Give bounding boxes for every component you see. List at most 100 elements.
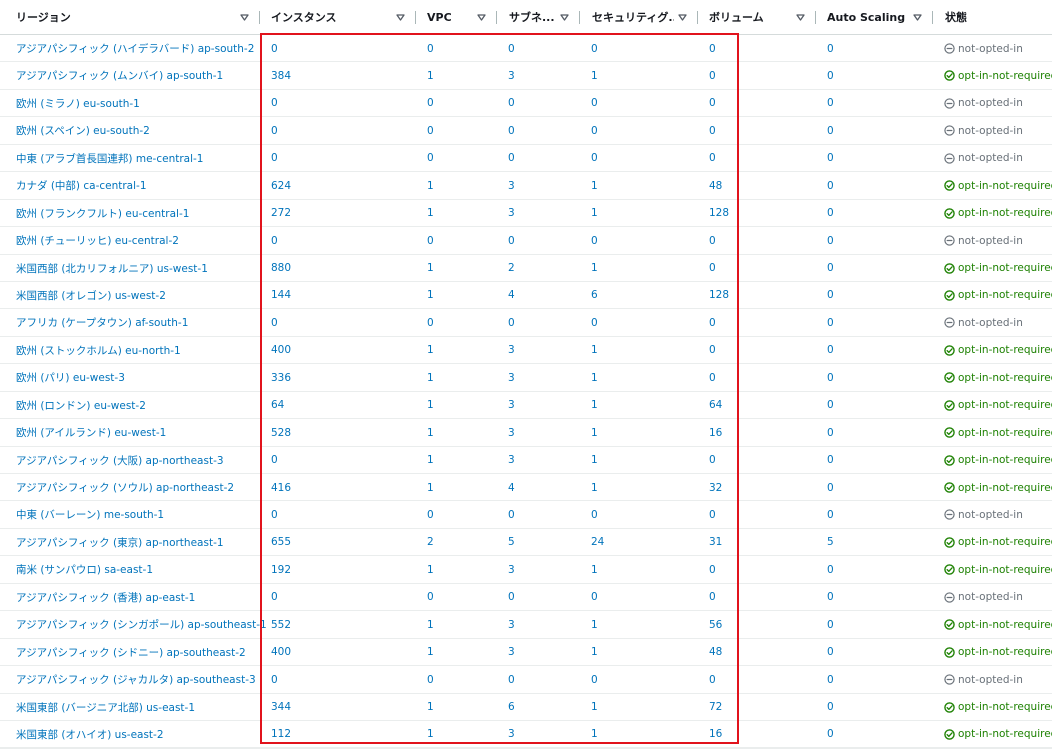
security-groups-count-link[interactable]: 0: [591, 584, 598, 611]
subnets-count-link[interactable]: 3: [508, 364, 515, 391]
region-link[interactable]: アフリカ (ケープタウン) af-south-1: [16, 309, 188, 336]
instances-count-link[interactable]: 344: [271, 694, 291, 721]
vpc-count-link[interactable]: 1: [427, 611, 434, 638]
volumes-count-link[interactable]: 0: [709, 501, 716, 528]
caret-down-icon[interactable]: [476, 12, 486, 22]
autoscaling-count-link[interactable]: 0: [827, 666, 834, 693]
subnets-count-link[interactable]: 3: [508, 419, 515, 446]
volumes-count-link[interactable]: 48: [709, 639, 722, 666]
security-groups-count-link[interactable]: 1: [591, 474, 598, 501]
instances-count-link[interactable]: 0: [271, 90, 278, 117]
security-groups-count-link[interactable]: 1: [591, 721, 598, 748]
autoscaling-count-link[interactable]: 0: [827, 35, 834, 62]
autoscaling-count-link[interactable]: 0: [827, 474, 834, 501]
vpc-count-link[interactable]: 0: [427, 501, 434, 528]
vpc-count-link[interactable]: 0: [427, 35, 434, 62]
vpc-count-link[interactable]: 1: [427, 474, 434, 501]
security-groups-count-link[interactable]: 1: [591, 364, 598, 391]
instances-count-link[interactable]: 64: [271, 392, 284, 419]
security-groups-count-link[interactable]: 1: [591, 337, 598, 364]
volumes-count-link[interactable]: 16: [709, 419, 722, 446]
region-link[interactable]: 中東 (アラブ首長国連邦) me-central-1: [16, 145, 204, 172]
volumes-count-link[interactable]: 32: [709, 474, 722, 501]
column-header-volumes[interactable]: ボリューム: [709, 0, 764, 34]
security-groups-count-link[interactable]: 0: [591, 145, 598, 172]
vpc-count-link[interactable]: 1: [427, 419, 434, 446]
autoscaling-count-link[interactable]: 0: [827, 117, 834, 144]
column-header-vpc[interactable]: VPC: [427, 0, 452, 34]
volumes-count-link[interactable]: 0: [709, 364, 716, 391]
autoscaling-count-link[interactable]: 0: [827, 364, 834, 391]
instances-count-link[interactable]: 336: [271, 364, 291, 391]
column-header-autoscaling[interactable]: Auto Scaling G...: [827, 0, 909, 34]
vpc-count-link[interactable]: 0: [427, 309, 434, 336]
region-link[interactable]: アジアパシフィック (大阪) ap-northeast-3: [16, 447, 224, 474]
vpc-count-link[interactable]: 1: [427, 639, 434, 666]
subnets-count-link[interactable]: 3: [508, 556, 515, 583]
column-divider[interactable]: [932, 11, 933, 24]
volumes-count-link[interactable]: 31: [709, 529, 722, 556]
vpc-count-link[interactable]: 1: [427, 282, 434, 309]
volumes-count-link[interactable]: 16: [709, 721, 722, 748]
instances-count-link[interactable]: 384: [271, 62, 291, 89]
instances-count-link[interactable]: 400: [271, 337, 291, 364]
autoscaling-count-link[interactable]: 0: [827, 392, 834, 419]
volumes-count-link[interactable]: 72: [709, 694, 722, 721]
autoscaling-count-link[interactable]: 0: [827, 639, 834, 666]
region-link[interactable]: アジアパシフィック (東京) ap-northeast-1: [16, 529, 224, 556]
region-link[interactable]: アジアパシフィック (シンガポール) ap-southeast-1: [16, 611, 267, 638]
instances-count-link[interactable]: 880: [271, 255, 291, 282]
region-link[interactable]: 欧州 (ミラノ) eu-south-1: [16, 90, 140, 117]
autoscaling-count-link[interactable]: 0: [827, 200, 834, 227]
region-link[interactable]: 欧州 (パリ) eu-west-3: [16, 364, 125, 391]
vpc-count-link[interactable]: 1: [427, 721, 434, 748]
subnets-count-link[interactable]: 4: [508, 282, 515, 309]
region-link[interactable]: 欧州 (ストックホルム) eu-north-1: [16, 337, 181, 364]
vpc-count-link[interactable]: 0: [427, 666, 434, 693]
autoscaling-count-link[interactable]: 0: [827, 282, 834, 309]
autoscaling-count-link[interactable]: 0: [827, 556, 834, 583]
subnets-count-link[interactable]: 0: [508, 584, 515, 611]
volumes-count-link[interactable]: 0: [709, 584, 716, 611]
volumes-count-link[interactable]: 0: [709, 35, 716, 62]
instances-count-link[interactable]: 0: [271, 584, 278, 611]
autoscaling-count-link[interactable]: 0: [827, 694, 834, 721]
column-divider[interactable]: [579, 11, 580, 24]
region-link[interactable]: アジアパシフィック (ムンバイ) ap-south-1: [16, 62, 223, 89]
autoscaling-count-link[interactable]: 0: [827, 255, 834, 282]
vpc-count-link[interactable]: 1: [427, 392, 434, 419]
volumes-count-link[interactable]: 0: [709, 145, 716, 172]
region-link[interactable]: アジアパシフィック (ソウル) ap-northeast-2: [16, 474, 234, 501]
autoscaling-count-link[interactable]: 0: [827, 227, 834, 254]
subnets-count-link[interactable]: 6: [508, 694, 515, 721]
region-link[interactable]: アジアパシフィック (シドニー) ap-southeast-2: [16, 639, 246, 666]
instances-count-link[interactable]: 416: [271, 474, 291, 501]
subnets-count-link[interactable]: 3: [508, 62, 515, 89]
caret-down-icon[interactable]: [795, 12, 805, 22]
subnets-count-link[interactable]: 0: [508, 145, 515, 172]
security-groups-count-link[interactable]: 1: [591, 392, 598, 419]
instances-count-link[interactable]: 0: [271, 309, 278, 336]
caret-down-icon[interactable]: [239, 12, 249, 22]
instances-count-link[interactable]: 0: [271, 145, 278, 172]
subnets-count-link[interactable]: 3: [508, 639, 515, 666]
column-divider[interactable]: [415, 11, 416, 24]
column-divider[interactable]: [697, 11, 698, 24]
subnets-count-link[interactable]: 3: [508, 721, 515, 748]
instances-count-link[interactable]: 0: [271, 35, 278, 62]
region-link[interactable]: カナダ (中部) ca-central-1: [16, 172, 147, 199]
region-link[interactable]: 中東 (バーレーン) me-south-1: [16, 501, 164, 528]
subnets-count-link[interactable]: 0: [508, 117, 515, 144]
security-groups-count-link[interactable]: 1: [591, 611, 598, 638]
subnets-count-link[interactable]: 0: [508, 35, 515, 62]
vpc-count-link[interactable]: 1: [427, 200, 434, 227]
volumes-count-link[interactable]: 0: [709, 117, 716, 144]
region-link[interactable]: 米国東部 (オハイオ) us-east-2: [16, 721, 164, 748]
volumes-count-link[interactable]: 0: [709, 255, 716, 282]
vpc-count-link[interactable]: 1: [427, 694, 434, 721]
caret-down-icon[interactable]: [912, 12, 922, 22]
region-link[interactable]: アジアパシフィック (ジャカルタ) ap-southeast-3: [16, 666, 256, 693]
instances-count-link[interactable]: 0: [271, 666, 278, 693]
autoscaling-count-link[interactable]: 0: [827, 501, 834, 528]
security-groups-count-link[interactable]: 1: [591, 639, 598, 666]
